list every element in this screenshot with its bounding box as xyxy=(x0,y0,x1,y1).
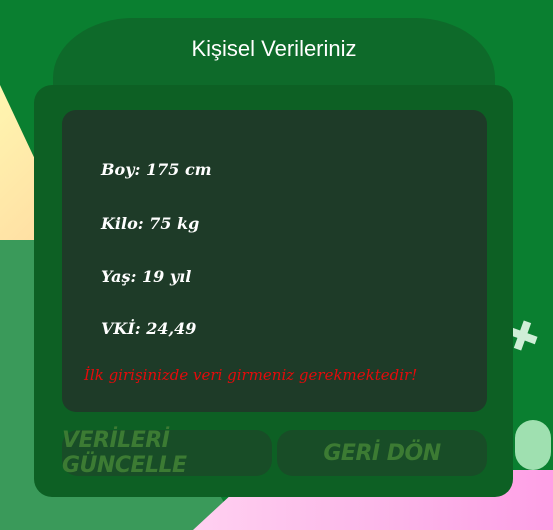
age-value: Yaş: 19 yıl xyxy=(101,267,192,286)
warning-message: İlk girişinizde veri girmeniz gerekmekte… xyxy=(84,366,418,384)
bmi-value: VKİ: 24,49 xyxy=(101,319,197,338)
update-data-button[interactable]: VERİLERİ GÜNCELLE xyxy=(62,428,272,478)
height-value: Boy: 175 cm xyxy=(101,160,212,179)
page-title: Kişisel Verileriniz xyxy=(191,36,357,61)
background-blob xyxy=(515,420,551,470)
back-button[interactable]: GERİ DÖN xyxy=(277,430,487,476)
weight-value: Kilo: 75 kg xyxy=(101,214,200,233)
